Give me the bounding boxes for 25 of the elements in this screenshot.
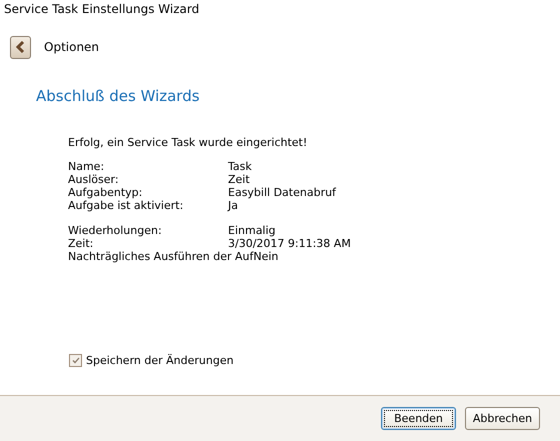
checkbox-label: Speichern der Änderungen — [86, 354, 234, 367]
summary-value: Ja — [228, 199, 238, 212]
dialog-button[interactable]: Beenden — [381, 407, 456, 430]
dialog-button[interactable]: Abbrechen — [465, 407, 540, 430]
save-checkbox[interactable] — [69, 354, 82, 367]
summary-label: Zeit: — [68, 237, 94, 250]
summary-value: Task — [228, 160, 252, 173]
checkmark-icon — [72, 357, 80, 364]
summary-label: Aufgabe ist aktiviert: — [68, 199, 184, 212]
summary-label: Name: — [68, 160, 106, 173]
success-message: Erfolg, ein Service Task wurde eingerichtet! — [68, 136, 308, 149]
summary-label: Nachträgliches Ausführen der Auf — [68, 250, 254, 263]
summary-label: Wiederholungen: — [68, 224, 163, 237]
back-label: Optionen — [44, 40, 100, 54]
back-button[interactable] — [10, 36, 31, 58]
summary-label: Aufgabentyp: — [68, 186, 144, 199]
chevron-left-icon — [16, 41, 26, 53]
summary-value: Easybill Datenabruf — [228, 186, 336, 199]
summary-value: Zeit — [228, 173, 250, 186]
summary-value: Einmalig — [228, 224, 276, 237]
page-heading: Abschluß des Wizards — [35, 86, 201, 105]
summary-value: Nein — [253, 250, 278, 263]
summary-value: 3/30/2017 9:11:38 AM — [228, 237, 351, 250]
window-title: Service Task Einstellungs Wizard — [3, 1, 200, 18]
summary-label: Auslöser: — [68, 173, 120, 186]
